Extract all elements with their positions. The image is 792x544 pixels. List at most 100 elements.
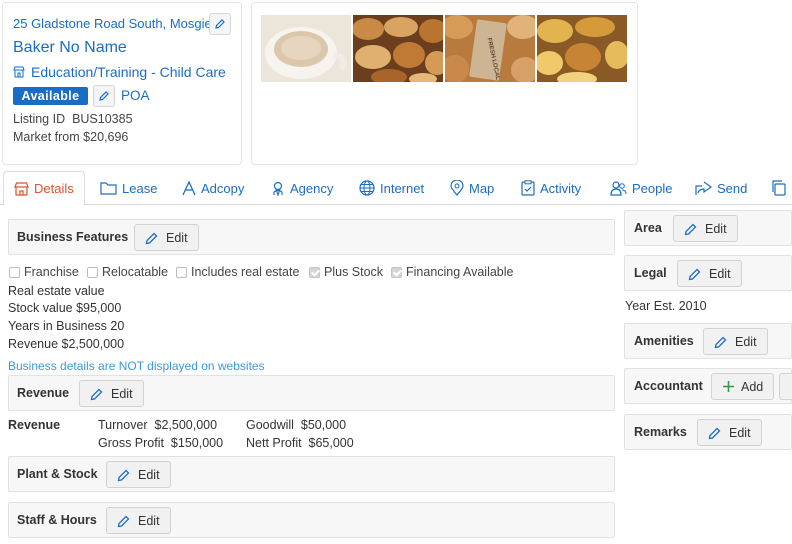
listing-address[interactable]: 25 Gladstone Road South, Mosgiel	[13, 16, 215, 31]
pencil-icon	[90, 388, 103, 400]
area-edit-button[interactable]: Edit	[673, 215, 738, 242]
tab-send[interactable]: Send	[695, 171, 747, 205]
plus-stock-checkbox[interactable]: Plus Stock	[309, 265, 383, 279]
agency-icon	[273, 181, 283, 196]
tab-map[interactable]: Map	[450, 171, 494, 205]
edit-price-button[interactable]	[93, 85, 115, 107]
pencil-icon	[684, 223, 697, 235]
coffee-cup-photo[interactable]	[261, 15, 351, 82]
pencil-icon	[215, 19, 225, 29]
staff-hours-edit-button[interactable]: Edit	[106, 507, 171, 534]
tab-activity-label: Activity	[540, 180, 582, 196]
plant-stock-title: Plant & Stock	[17, 467, 98, 481]
financing-available-checkbox[interactable]: Financing Available	[391, 265, 513, 279]
pencil-icon	[714, 336, 727, 348]
edit-address-button[interactable]	[209, 13, 231, 35]
franchise-checkbox[interactable]: Franchise	[9, 265, 79, 279]
pencil-icon	[145, 232, 158, 244]
plus-stock-label: Plus Stock	[324, 265, 384, 279]
checkbox-box	[9, 266, 20, 278]
remarks-title: Remarks	[634, 425, 687, 439]
listing-summary-card: 25 Gladstone Road South, Mosgiel Baker N…	[2, 2, 242, 165]
detail-tabs: Details Lease Adcopy Agency Internet Map…	[0, 171, 792, 206]
edit-label: Edit	[735, 334, 757, 349]
relocatable-label: Relocatable	[102, 265, 169, 279]
pencil-icon	[117, 515, 130, 527]
years-in-business: Years in Business 20	[8, 319, 125, 333]
tab-details[interactable]: Details	[3, 171, 85, 206]
accountant-add-button[interactable]: Add	[711, 373, 775, 400]
status-badge: Available	[13, 87, 88, 105]
bread-rolls-photo[interactable]	[353, 15, 443, 82]
tab-copy[interactable]	[771, 171, 787, 205]
shop-icon	[14, 181, 29, 196]
revenue-edit-button[interactable]: Edit	[79, 380, 144, 407]
listing-title[interactable]: Baker No Name	[13, 39, 127, 57]
tab-adcopy-label: Adcopy	[201, 180, 245, 196]
real-estate-value: Real estate value	[8, 284, 105, 298]
checkbox-box	[176, 266, 187, 278]
remarks-edit-button[interactable]: Edit	[697, 419, 762, 446]
legal-edit-button[interactable]: Edit	[677, 260, 742, 287]
fresh-local-bag-photo[interactable]: FRESH LOCAL	[445, 15, 535, 82]
revenue-row-label: Revenue	[8, 418, 61, 432]
photos-card: FRESH LOCAL	[251, 2, 638, 165]
financing-available-label: Financing Available	[406, 265, 514, 279]
listing-id-label: Listing ID	[13, 112, 66, 126]
remarks-header: Remarks Edit	[624, 414, 792, 450]
amenities-edit-button[interactable]: Edit	[703, 328, 768, 355]
website-display-notice: Business details are NOT displayed on we…	[8, 359, 265, 373]
shop-icon	[13, 66, 25, 78]
legal-header: Legal Edit	[624, 255, 792, 291]
listing-id-row: Listing ID BUS10385	[13, 112, 133, 126]
tab-details-label: Details	[34, 181, 74, 196]
accountant-extra-button[interactable]	[779, 373, 792, 400]
globe-icon	[359, 180, 375, 196]
relocatable-checkbox[interactable]: Relocatable	[87, 265, 168, 279]
area-header: Area Edit	[624, 210, 792, 246]
price-label: POA	[121, 88, 150, 103]
tab-lease-label: Lease	[122, 180, 158, 196]
legal-title: Legal	[634, 266, 667, 280]
pastries-photo[interactable]	[537, 15, 627, 82]
tab-agency-label: Agency	[290, 180, 334, 196]
business-features-edit-button[interactable]: Edit	[134, 224, 199, 251]
tab-lease[interactable]: Lease	[100, 171, 157, 205]
tab-people-label: People	[632, 180, 673, 196]
tab-internet[interactable]: Internet	[359, 171, 424, 205]
tab-adcopy[interactable]: Adcopy	[182, 171, 244, 205]
tab-activity[interactable]: Activity	[521, 171, 581, 205]
people-icon	[610, 180, 627, 196]
tab-people[interactable]: People	[610, 171, 672, 205]
amenities-header: Amenities Edit	[624, 323, 792, 359]
includes-real-estate-label: Includes real estate	[191, 265, 300, 279]
edit-label: Edit	[111, 386, 133, 401]
tab-agency[interactable]: Agency	[271, 171, 333, 205]
area-title: Area	[634, 221, 662, 235]
revenue-summary: Revenue $2,500,000	[8, 337, 125, 351]
amenities-title: Amenities	[634, 334, 694, 348]
edit-label: Edit	[709, 266, 731, 281]
edit-label: Edit	[729, 425, 751, 440]
accountant-header: Accountant Add	[624, 368, 792, 404]
listing-id-value: BUS10385	[72, 112, 133, 126]
plant-stock-header: Plant & Stock Edit	[8, 456, 615, 492]
category-row[interactable]: Education/Training - Child Care	[13, 64, 226, 80]
tab-map-label: Map	[469, 180, 495, 196]
text-a-icon	[182, 180, 196, 195]
revenue-header: Revenue Edit	[8, 375, 615, 411]
plant-stock-edit-button[interactable]: Edit	[106, 461, 171, 488]
market-row: Market from $20,696	[13, 130, 128, 144]
includes-real-estate-checkbox[interactable]: Includes real estate	[176, 265, 299, 279]
category-label: Education/Training - Child Care	[31, 64, 226, 80]
revenue-title: Revenue	[17, 386, 70, 400]
edit-label: Edit	[138, 467, 160, 482]
send-icon	[695, 181, 712, 195]
business-features-title: Business Features	[17, 230, 129, 244]
checkbox-box	[87, 266, 98, 278]
nett-profit-value: Nett Profit $65,000	[246, 436, 354, 450]
market-value: $20,696	[83, 130, 129, 144]
edit-label: Edit	[705, 221, 727, 236]
staff-hours-header: Staff & Hours Edit	[8, 502, 615, 538]
pencil-icon	[117, 469, 130, 481]
